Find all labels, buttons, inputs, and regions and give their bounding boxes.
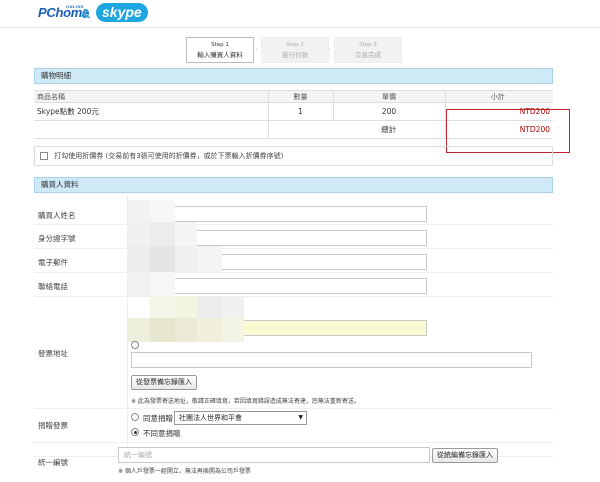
invoice-address-radio[interactable] <box>131 341 139 349</box>
phone-label: 聯絡電話 <box>38 282 68 291</box>
invoice-note: ※ 此為發票寄送地址，敬請正確填寫，若因填寫錯誤造成無法寄達，恕無法重新寄送。 <box>131 398 360 405</box>
cart-section-title: 購物明細 <box>34 68 553 84</box>
tax-memo-import-button[interactable]: 從統編備忘錄匯入 <box>432 448 498 463</box>
invoice-memo-import-button[interactable]: 從發票備忘錄匯入 <box>131 375 197 390</box>
product-name: Skype點數 200元 <box>34 102 269 121</box>
col-subtotal: 小計 <box>445 90 553 103</box>
step-3: Step 3 交易完成 <box>334 37 402 63</box>
invoice-address-label: 發票地址 <box>38 349 68 358</box>
buyer-name-input[interactable] <box>131 206 427 222</box>
id-label: 身分證字號 <box>38 234 76 243</box>
tax-note: ※ 個人戶發票一經開立，無法再換開為公司戶發票 <box>118 468 251 475</box>
dropdown-caret-icon: ▼ <box>298 414 303 421</box>
col-product: 商品名稱 <box>34 90 269 103</box>
tax-id-input[interactable]: 統一編號 <box>118 447 430 463</box>
donate-label: 捐贈發票 <box>38 421 68 430</box>
coupon-row[interactable]: 打勾使用折價券 (交易前有3張可使用的折價券，或於下票輸入折價券序號) <box>34 146 553 166</box>
product-qty: 1 <box>268 102 334 121</box>
step-2: Step 2 進行付款 <box>261 37 329 63</box>
top-bar: PChome ONLINE & skype <box>0 0 600 28</box>
name-label: 購買人姓名 <box>38 211 76 220</box>
form-label-column: 購買人姓名 身分證字號 電子郵件 聯絡電話 發票地址 捐贈發票 統一編號 <box>34 195 128 467</box>
total-label: 總計 <box>333 120 446 139</box>
coupon-label: 打勾使用折價券 (交易前有3張可使用的折價券，或於下票輸入折價券序號) <box>54 152 284 160</box>
donate-org-select[interactable]: 社團法人世界和平會 ▼ <box>174 411 307 425</box>
donate-disagree-radio[interactable] <box>131 428 139 436</box>
skype-logo[interactable]: skype <box>96 3 148 22</box>
checkout-steps: Step 1 輸入購買人資料 › Step 2 進行付款 › Step 3 交易… <box>186 37 402 63</box>
coupon-checkbox[interactable] <box>40 152 48 160</box>
donate-disagree-label: 不同意捐贈 <box>143 429 181 438</box>
step-1: Step 1 輸入購買人資料 <box>186 37 254 63</box>
logo-ampersand: & <box>81 6 91 21</box>
buyer-section-title: 購買人資料 <box>34 177 553 193</box>
phone-input[interactable] <box>131 278 427 294</box>
cart-header-row: 商品名稱 數量 單價 小計 <box>34 90 553 103</box>
chevron-right-icon: › <box>328 45 331 53</box>
col-price: 單價 <box>333 90 446 103</box>
product-price: 200 <box>333 102 446 121</box>
invoice-address-input[interactable] <box>131 352 532 368</box>
col-qty: 數量 <box>268 90 334 103</box>
chevron-right-icon: › <box>255 45 258 53</box>
donate-agree-radio[interactable] <box>131 413 139 421</box>
email-label: 電子郵件 <box>38 258 68 267</box>
tax-id-label: 統一編號 <box>38 458 68 467</box>
donate-agree-label: 同意捐贈 <box>143 414 173 423</box>
